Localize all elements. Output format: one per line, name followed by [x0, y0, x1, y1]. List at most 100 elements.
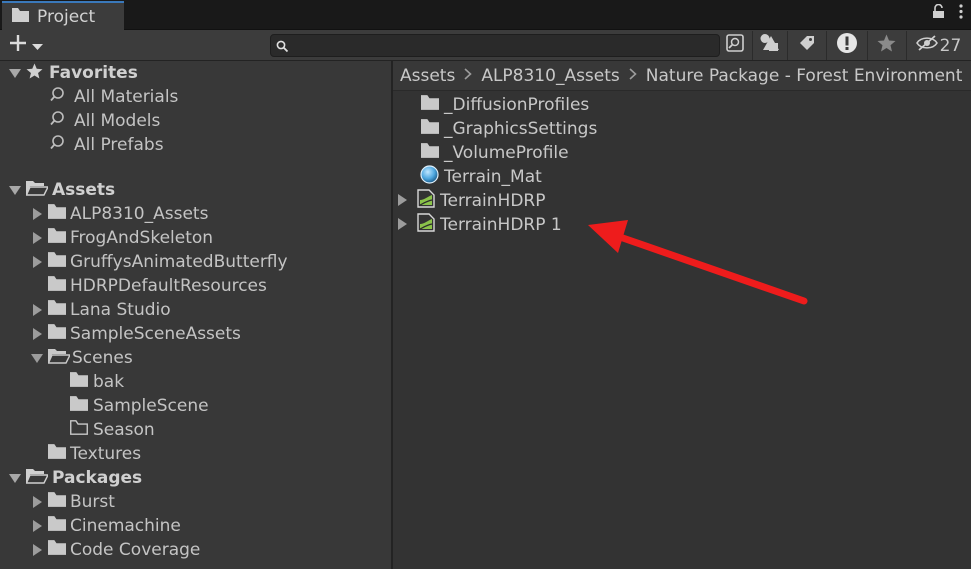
breadcrumb-item[interactable]: Assets: [400, 66, 455, 86]
folder-open-icon: [25, 180, 50, 201]
tree-packages[interactable]: Packages: [8, 466, 142, 490]
folder-icon: [48, 324, 66, 344]
tree-folder[interactable]: GruffysAnimatedButterfly: [30, 250, 288, 274]
search-field[interactable]: [270, 34, 720, 57]
asset-item[interactable]: TerrainHDRP: [398, 189, 546, 213]
tree-folder[interactable]: FrogAndSkeleton: [30, 226, 213, 250]
log-types-button[interactable]: [826, 31, 866, 60]
chevron-right-icon[interactable]: [30, 520, 44, 532]
breadcrumb-item[interactable]: ALP8310_Assets: [481, 66, 619, 86]
toolbar: 27: [0, 30, 971, 61]
asset-label: TerrainHDRP: [440, 191, 546, 211]
search-input[interactable]: [293, 35, 713, 56]
tree-label: Assets: [52, 180, 116, 200]
tab-project[interactable]: Project: [2, 1, 124, 30]
chevron-right-icon[interactable]: [30, 496, 44, 508]
folder-icon: [48, 300, 66, 320]
folder-icon: [70, 372, 88, 392]
search-icon: [50, 110, 68, 133]
tree-folder[interactable]: HDRPDefaultResources: [48, 274, 267, 298]
tree-label: Favorites: [49, 63, 138, 83]
folder-icon: [421, 95, 439, 115]
tree-favorite-item[interactable]: All Materials: [50, 85, 178, 109]
chevron-right-icon: [629, 67, 637, 84]
asset-item[interactable]: Terrain_Mat: [420, 165, 542, 189]
filter-by-type-button[interactable]: [752, 31, 786, 60]
eye-slash-icon: [915, 35, 938, 56]
chevron-right-icon[interactable]: [30, 328, 44, 340]
asset-item[interactable]: _VolumeProfile: [421, 141, 569, 165]
tree-favorite-item[interactable]: All Prefabs: [50, 133, 164, 157]
asset-label: _VolumeProfile: [444, 143, 569, 163]
chevron-right-icon[interactable]: [30, 256, 44, 268]
folder-empty-icon: [70, 420, 88, 440]
tree-folder[interactable]: Textures: [48, 442, 141, 466]
favorites-filter-button[interactable]: [867, 31, 905, 60]
material-sphere-icon: [420, 165, 439, 189]
tree-folder-scenes[interactable]: Scenes: [30, 346, 133, 370]
create-button[interactable]: [8, 33, 43, 58]
breadcrumb-item[interactable]: Nature Package - Forest Environment: [646, 66, 963, 86]
tree-label: Season: [93, 420, 155, 440]
folder-icon: [48, 228, 66, 248]
tree-folder[interactable]: SampleScene: [70, 394, 209, 418]
asset-label: Terrain_Mat: [444, 167, 542, 187]
asset-item[interactable]: _DiffusionProfiles: [421, 93, 589, 117]
chevron-right-icon[interactable]: [398, 191, 407, 211]
chevron-right-icon[interactable]: [398, 215, 407, 235]
search-icon: [276, 38, 289, 58]
asset-item[interactable]: _GraphicsSettings: [421, 117, 597, 141]
filter-by-label-button[interactable]: [787, 31, 825, 60]
chevron-right-icon[interactable]: [30, 544, 44, 556]
star-icon: [26, 62, 43, 84]
lock-icon[interactable]: [932, 3, 945, 24]
chevron-down-icon[interactable]: [30, 353, 44, 363]
tree-label: All Materials: [74, 87, 179, 107]
plus-icon: [8, 33, 28, 58]
tree-folder[interactable]: ALP8310_Assets: [30, 202, 208, 226]
chevron-right-icon[interactable]: [30, 232, 44, 244]
tree-label: Burst: [70, 492, 115, 512]
warning-circle-icon: [836, 32, 858, 59]
search-icon: [50, 134, 68, 157]
folder-icon: [48, 204, 66, 224]
tree-label: All Prefabs: [74, 135, 164, 155]
tree-label: Cinemachine: [70, 516, 181, 536]
chevron-right-icon[interactable]: [30, 208, 44, 220]
asset-item[interactable]: TerrainHDRP 1: [398, 213, 562, 237]
chevron-down-icon: [32, 36, 43, 56]
tree-favorites[interactable]: Favorites: [8, 61, 138, 85]
tree-folder[interactable]: bak: [70, 370, 124, 394]
tree-label: Code Coverage: [70, 540, 201, 560]
tree-label: Textures: [70, 444, 142, 464]
folder-icon: [48, 276, 66, 296]
tree-label: SampleSceneAssets: [70, 324, 241, 344]
breadcrumb: Assets ALP8310_Assets Nature Package - F…: [393, 61, 971, 91]
folder-icon: [48, 540, 66, 560]
terrain-icon: [417, 189, 435, 213]
tree-favorite-item[interactable]: All Models: [50, 109, 160, 133]
tree-folder[interactable]: Burst: [30, 490, 115, 514]
tree-label: Packages: [52, 468, 143, 488]
chevron-down-icon[interactable]: [8, 473, 22, 483]
folder-tree-panel: Favorites All Materials All Models All P…: [0, 61, 391, 569]
tree-folder[interactable]: Season: [70, 418, 155, 442]
tree-assets[interactable]: Assets: [8, 178, 115, 202]
tree-folder[interactable]: Cinemachine: [30, 514, 181, 538]
folder-icon: [48, 516, 66, 536]
asset-label: TerrainHDRP 1: [440, 215, 562, 235]
tag-icon: [798, 34, 816, 57]
more-options-icon[interactable]: [959, 4, 963, 24]
folder-icon: [421, 143, 439, 163]
tree-folder[interactable]: SampleSceneAssets: [30, 322, 241, 346]
tree-label: SampleScene: [93, 396, 209, 416]
tree-folder[interactable]: Code Coverage: [30, 538, 200, 562]
folder-icon: [421, 119, 439, 139]
search-by-scene-button[interactable]: [721, 31, 749, 60]
chevron-down-icon[interactable]: [8, 68, 22, 78]
tree-folder[interactable]: Lana Studio: [30, 298, 171, 322]
chevron-right-icon[interactable]: [30, 304, 44, 316]
chevron-right-icon: [464, 67, 473, 84]
hidden-packages-toggle[interactable]: 27: [906, 31, 970, 60]
chevron-down-icon[interactable]: [8, 185, 22, 195]
